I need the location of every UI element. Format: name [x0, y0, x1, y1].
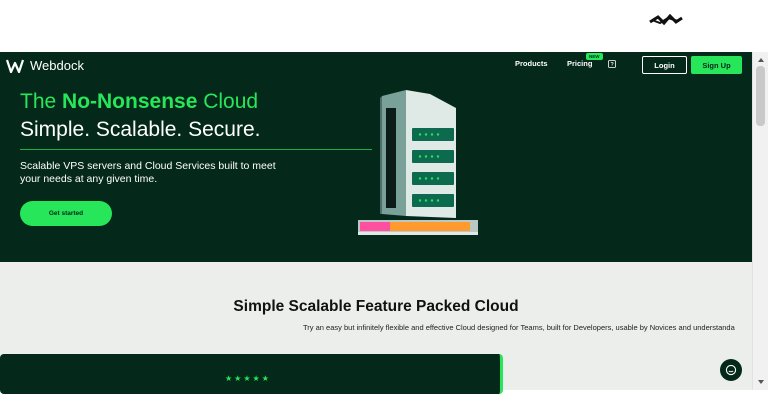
- hero-title-suffix: Cloud: [197, 90, 259, 113]
- features-section: Simple Scalable Feature Packed Cloud Try…: [0, 262, 752, 394]
- hero-subtitle: Simple. Scalable. Secure.: [20, 118, 261, 141]
- signup-button[interactable]: Sign Up: [691, 56, 742, 74]
- hero-title-prefix: The: [20, 90, 63, 113]
- nav-pricing-link[interactable]: Pricing: [567, 59, 592, 68]
- page-scrollbar[interactable]: [752, 52, 768, 390]
- testimonial-card: ★★★★★: [0, 354, 503, 394]
- server-tower-illustration: [358, 90, 478, 235]
- hero-title: The No-Nonsense Cloud: [20, 90, 258, 114]
- scroll-up-arrow-icon[interactable]: [757, 56, 765, 64]
- scrollbar-thumb[interactable]: [756, 66, 765, 126]
- redacted-scribble-icon: [649, 14, 683, 26]
- brand-logo[interactable]: Webdock: [6, 58, 84, 73]
- brand-name: Webdock: [30, 58, 84, 73]
- chat-bubble-icon: [725, 364, 737, 376]
- rating-stars: ★★★★★: [225, 374, 271, 383]
- browser-top-area: [0, 0, 768, 52]
- pricing-new-badge: NEW: [586, 53, 603, 60]
- features-subtitle: Try an easy but infinitely flexible and …: [303, 323, 735, 332]
- hero-divider: [20, 149, 372, 150]
- login-button[interactable]: Login: [642, 56, 687, 74]
- hero-title-emphasis: No-Nonsense: [62, 90, 198, 113]
- scroll-down-arrow-icon[interactable]: [757, 378, 765, 386]
- features-title: Simple Scalable Feature Packed Cloud: [233, 298, 519, 315]
- chat-widget-button[interactable]: [720, 359, 742, 381]
- webdock-logo-icon: [6, 59, 24, 73]
- nav-products-link[interactable]: Products: [515, 59, 548, 68]
- help-square-icon[interactable]: [608, 60, 616, 68]
- hero-section: Webdock Products Pricing NEW Login Sign …: [0, 52, 752, 262]
- hero-description: Scalable VPS servers and Cloud Services …: [20, 160, 276, 185]
- get-started-button[interactable]: Get started: [20, 201, 112, 226]
